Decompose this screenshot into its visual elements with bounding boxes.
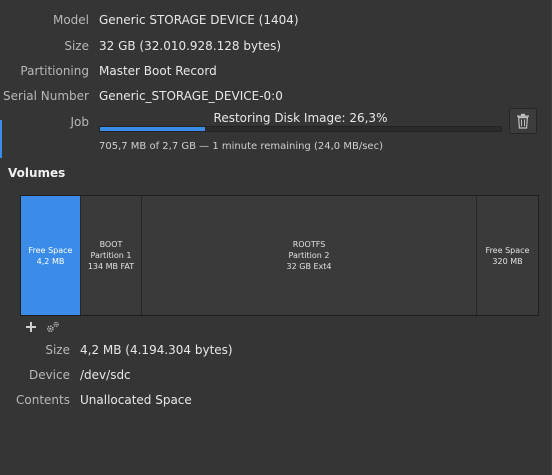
volume-line3: 32 GB Ext4: [286, 262, 332, 271]
volume-contents-value: Unallocated Space: [80, 393, 192, 407]
volume-size-label: Size: [45, 343, 70, 357]
plus-icon: [26, 322, 36, 332]
model-label: Model: [52, 13, 89, 27]
volumes-map: Free Space 4,2 MB BOOT Partition 1 134 M…: [20, 195, 539, 316]
partitioning-value: Master Boot Record: [99, 64, 217, 78]
volume-line2: 320 MB: [492, 256, 523, 266]
volume-line1: ROOTFS: [292, 240, 326, 249]
gears-icon: [47, 321, 59, 333]
disk-details-panel: Model Generic STORAGE DEVICE (1404) Size…: [0, 0, 552, 475]
job-label: Job: [70, 115, 90, 129]
volume-line2: 4,2 MB: [36, 256, 65, 266]
job-progress-fill: [100, 127, 206, 131]
volume-boot[interactable]: BOOT Partition 1 134 MB FAT: [81, 196, 142, 315]
volume-free-space-2[interactable]: Free Space 320 MB: [477, 196, 538, 315]
volumes-heading: Volumes: [8, 166, 66, 180]
volume-line2: Partition 1: [90, 251, 132, 260]
volume-contents-label: Contents: [16, 393, 70, 407]
volume-line1: BOOT: [99, 240, 123, 249]
partition-options-button[interactable]: [46, 320, 60, 334]
job-progress-bar: [99, 126, 502, 132]
volume-line1: Free Space: [485, 245, 530, 255]
volume-size-value: 4,2 MB (4.194.304 bytes): [80, 343, 233, 357]
serial-number-label: Serial Number: [3, 89, 89, 103]
job-title: Restoring Disk Image: 26,3%: [213, 111, 388, 125]
size-label: Size: [64, 39, 89, 53]
trash-icon: [517, 113, 529, 129]
volume-line3: 134 MB FAT: [87, 262, 135, 271]
model-value: Generic STORAGE DEVICE (1404): [99, 13, 299, 27]
volume-line1: Free Space: [28, 245, 73, 255]
volume-free-space-1[interactable]: Free Space 4,2 MB: [21, 196, 81, 315]
job-status: 705,7 MB of 2,7 GB — 1 minute remaining …: [99, 141, 383, 152]
volume-device-value: /dev/sdc: [80, 368, 131, 382]
create-partition-button[interactable]: [24, 320, 38, 334]
volume-line2: Partition 2: [288, 251, 330, 260]
size-value: 32 GB (32.010.928.128 bytes): [99, 39, 282, 53]
volume-device-label: Device: [28, 368, 70, 382]
cancel-job-button[interactable]: [509, 108, 537, 134]
serial-number-value: Generic_STORAGE_DEVICE-0:0: [99, 89, 283, 103]
volume-rootfs[interactable]: ROOTFS Partition 2 32 GB Ext4: [142, 196, 477, 315]
partitioning-label: Partitioning: [20, 64, 89, 78]
volume-toolbar: [24, 320, 60, 334]
